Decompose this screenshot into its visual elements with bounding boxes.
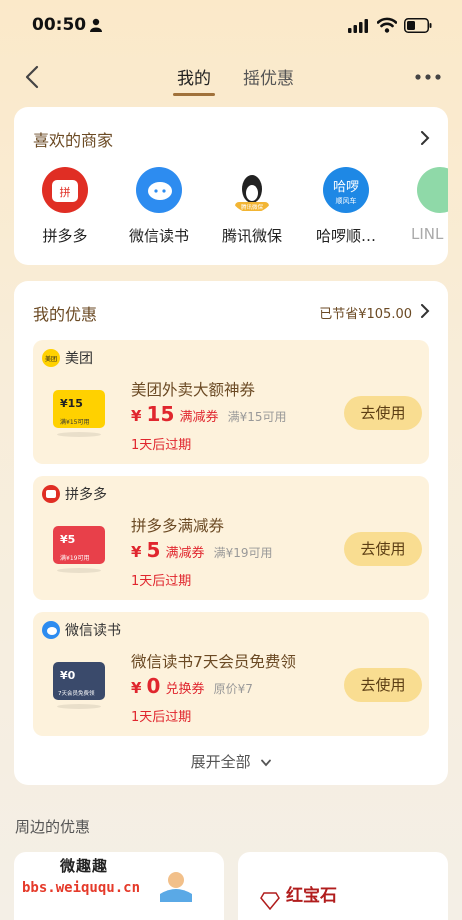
coupon-brand: 拼多多 bbox=[65, 487, 107, 503]
merchant-name: 拼多多 bbox=[42, 227, 88, 245]
coupon-amount: 5 bbox=[146, 538, 161, 562]
coupon-thumbnail: ¥0 7天会员免费领 bbox=[53, 662, 105, 700]
nearby-deal-text: 红宝石 bbox=[286, 886, 337, 906]
meituan-icon: 美团 bbox=[42, 349, 60, 367]
merchant-tencent-weibao[interactable]: 腾讯微保 腾讯微保 bbox=[209, 167, 295, 246]
more-icon[interactable] bbox=[414, 73, 442, 81]
coupon-brand: 微信读书 bbox=[65, 623, 121, 639]
favorites-more-chevron-icon[interactable] bbox=[420, 131, 430, 145]
tab-shake-deals[interactable]: 摇优惠 bbox=[243, 64, 294, 89]
watermark-url: bbs.weiququ.cn bbox=[22, 880, 141, 896]
coupon-amount: 15 bbox=[146, 402, 175, 426]
weread-logo-icon bbox=[136, 167, 182, 213]
svg-text:腾讯微保: 腾讯微保 bbox=[241, 203, 264, 211]
coupon-meituan: 美团 美团 ¥15 满¥15可用 美团外卖大额神券 ¥ 15 满减券 满¥15可… bbox=[33, 340, 429, 464]
coupon-amount: 0 bbox=[146, 674, 161, 698]
cellular-signal-icon bbox=[348, 19, 368, 33]
merchant-name: 微信读书 bbox=[128, 227, 189, 245]
expand-all-button[interactable]: 展开全部 bbox=[14, 751, 448, 772]
svg-text:美团: 美团 bbox=[45, 355, 57, 363]
merchant-linli[interactable]: LINL bbox=[397, 167, 448, 243]
coupon-weread: 微信读书 ¥0 7天会员免费领 微信读书7天会员免费领 ¥ 0 兑换券 原价¥7… bbox=[33, 612, 429, 736]
nearby-deal-card[interactable]: 红宝石 bbox=[238, 852, 448, 920]
merchant-weread[interactable]: 微信读书 bbox=[116, 167, 202, 246]
coupon-thumbnail: ¥15 满¥15可用 bbox=[53, 390, 105, 428]
coupon-thumbnail: ¥5 满¥19可用 bbox=[53, 526, 105, 564]
currency-symbol: ¥ bbox=[131, 679, 142, 697]
coupon-pinduoduo: 拼多多 ¥5 满¥19可用 拼多多满减券 ¥ 5 满减券 满¥19可用 1天后过… bbox=[33, 476, 429, 600]
coupon-type: 满减券 bbox=[165, 546, 205, 561]
thumbnail-shadow bbox=[57, 432, 101, 437]
back-icon[interactable] bbox=[22, 65, 42, 89]
watermark: 微趣趣 bbox=[60, 857, 109, 875]
currency-symbol: ¥ bbox=[131, 407, 142, 425]
svg-text:哈啰: 哈啰 bbox=[333, 180, 359, 195]
use-coupon-button[interactable]: 去使用 bbox=[344, 668, 422, 702]
nearby-deals-title: 周边的优惠 bbox=[15, 818, 91, 836]
saved-amount[interactable]: 已节省¥105.00 bbox=[319, 303, 412, 322]
coupon-condition: 原价¥7 bbox=[213, 682, 253, 696]
status-time: 00:50 bbox=[32, 15, 87, 35]
thumbnail-shadow bbox=[57, 704, 101, 709]
merchant-name: 哈啰顺… bbox=[315, 227, 376, 245]
coupon-expiry: 1天后过期 bbox=[131, 574, 192, 589]
use-coupon-button[interactable]: 去使用 bbox=[344, 532, 422, 566]
wifi-icon bbox=[377, 17, 397, 33]
gem-icon bbox=[260, 892, 280, 910]
my-coupons-title: 我的优惠 bbox=[33, 305, 98, 324]
merchant-hellobike[interactable]: 哈啰 顺风车 哈啰顺… bbox=[303, 167, 389, 246]
currency-symbol: ¥ bbox=[131, 543, 142, 561]
coupon-condition: 满¥19可用 bbox=[213, 546, 273, 560]
coupons-more-chevron-icon[interactable] bbox=[420, 304, 430, 318]
coupon-amount-row: ¥ 5 满减券 满¥19可用 bbox=[131, 538, 273, 562]
favorite-merchants-title: 喜欢的商家 bbox=[33, 131, 114, 150]
swimmer-illustration-icon bbox=[160, 872, 192, 902]
expand-all-label: 展开全部 bbox=[190, 753, 251, 771]
weread-icon bbox=[42, 621, 60, 639]
coupon-type: 兑换券 bbox=[165, 682, 205, 697]
battery-icon bbox=[404, 18, 432, 33]
favorite-merchants-card: 喜欢的商家 拼 拼多多 微信读书 腾讯微保 腾讯微保 哈啰 顺风车 哈啰顺… L… bbox=[14, 107, 448, 265]
tencent-weibao-logo-icon: 腾讯微保 bbox=[229, 167, 275, 213]
svg-text:顺风车: 顺风车 bbox=[336, 196, 357, 205]
pinduoduo-icon bbox=[42, 485, 60, 503]
coupon-amount-row: ¥ 0 兑换券 原价¥7 bbox=[131, 674, 253, 698]
coupon-brand: 美团 bbox=[65, 351, 93, 367]
coupon-expiry: 1天后过期 bbox=[131, 438, 192, 453]
coupon-title: 拼多多满减券 bbox=[131, 517, 225, 535]
linli-logo-icon bbox=[417, 167, 448, 213]
status-bar: 00:50 bbox=[0, 0, 462, 50]
svg-text:拼: 拼 bbox=[60, 185, 71, 199]
coupon-condition: 满¥15可用 bbox=[227, 410, 287, 424]
coupon-title: 美团外卖大额神券 bbox=[131, 381, 256, 399]
merchant-name: LINL bbox=[411, 225, 444, 243]
coupon-expiry: 1天后过期 bbox=[131, 710, 192, 725]
pinduoduo-logo-icon: 拼 bbox=[42, 167, 88, 213]
merchant-name: 腾讯微保 bbox=[221, 227, 282, 245]
coupon-title: 微信读书7天会员免费领 bbox=[131, 653, 296, 671]
thumbnail-shadow bbox=[57, 568, 101, 573]
tab-mine[interactable]: 我的 bbox=[177, 64, 211, 89]
merchant-pinduoduo[interactable]: 拼 拼多多 bbox=[22, 167, 108, 246]
person-icon bbox=[90, 18, 102, 32]
chevron-down-icon bbox=[261, 759, 272, 766]
coupon-amount-row: ¥ 15 满减券 满¥15可用 bbox=[131, 402, 286, 426]
active-tab-indicator bbox=[173, 93, 215, 96]
hellobike-logo-icon: 哈啰 顺风车 bbox=[323, 167, 369, 213]
my-coupons-card: 我的优惠 已节省¥105.00 美团 美团 ¥15 满¥15可用 美团外卖大额神… bbox=[14, 281, 448, 785]
use-coupon-button[interactable]: 去使用 bbox=[344, 396, 422, 430]
coupon-type: 满减券 bbox=[179, 410, 219, 425]
